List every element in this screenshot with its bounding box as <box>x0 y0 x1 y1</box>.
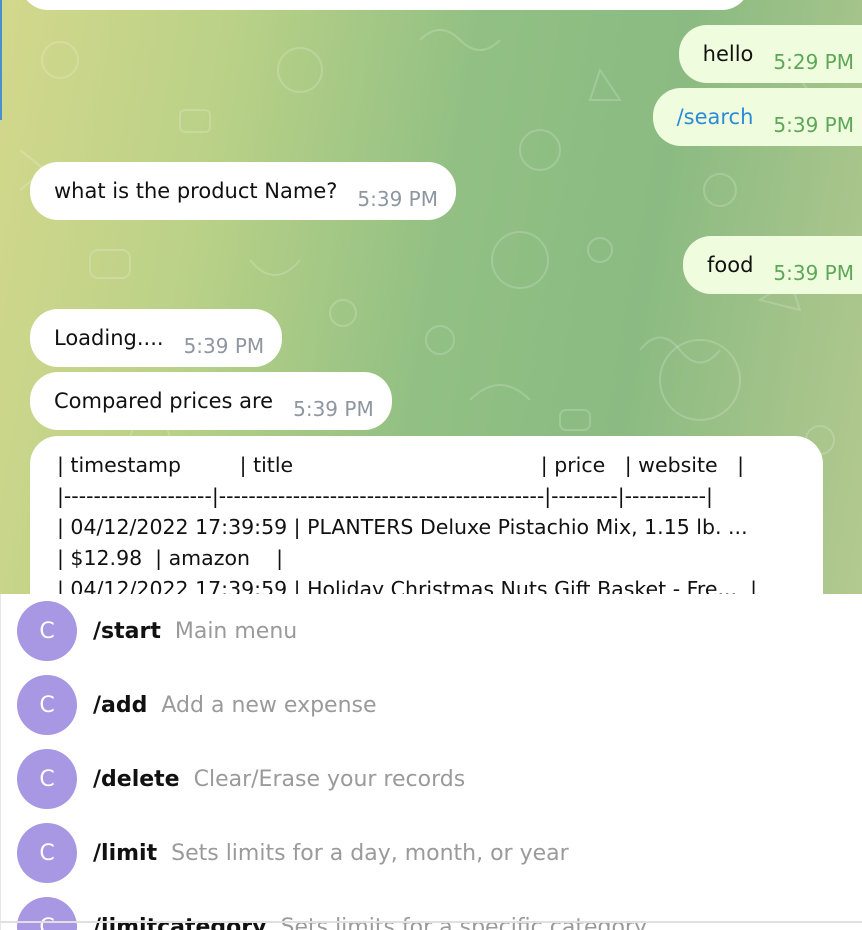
command-suggestion-start[interactable]: C /start Main menu <box>1 594 862 668</box>
table-row-line: | $12.98 | amazon | <box>57 546 283 570</box>
message-outgoing[interactable]: food 5:39 PM <box>682 236 862 294</box>
bot-command-suggestions: C /start Main menu C /add Add a new expens… <box>0 594 862 930</box>
message-text: what is the product Name? <box>54 179 338 203</box>
table-row-line: | 04/12/2022 17:39:59 | Holiday Christma… <box>57 577 758 594</box>
bot-avatar: C <box>17 897 77 930</box>
message-time: 5:39 PM <box>293 397 374 421</box>
bot-avatar: C <box>17 601 77 661</box>
command-description: Sets limits for a day, month, or year <box>171 840 569 866</box>
message-time: 5:39 PM <box>773 261 854 285</box>
bot-avatar: C <box>17 823 77 883</box>
chat-area[interactable]: hello 5:29 PM /search 5:39 PM what is th… <box>0 0 862 594</box>
message-time: 5:39 PM <box>357 187 438 211</box>
previous-message-bubble <box>20 0 750 10</box>
price-table-message[interactable]: | timestamp | title | price | website | … <box>30 436 823 594</box>
table-row-line: | 04/12/2022 17:39:59 | PLANTERS Deluxe … <box>57 515 748 539</box>
message-text: Compared prices are <box>54 389 274 413</box>
message-time: 5:29 PM <box>773 50 854 74</box>
command-name: /delete <box>93 766 180 792</box>
window-edge <box>0 0 2 120</box>
message-text: Loading.... <box>54 326 164 350</box>
command-name: /add <box>93 692 148 718</box>
command-link[interactable]: /search <box>677 105 754 129</box>
table-separator-line: |--------------------|------------------… <box>57 484 713 508</box>
suggestion-list-bottom-border <box>0 921 862 923</box>
command-suggestion-add[interactable]: C /add Add a new expense <box>1 668 862 742</box>
command-name: /start <box>93 618 161 644</box>
command-name: /limit <box>93 840 158 866</box>
message-incoming[interactable]: Loading.... 5:39 PM <box>30 309 283 367</box>
command-suggestion-delete[interactable]: C /delete Clear/Erase your records <box>1 742 862 816</box>
message-incoming[interactable]: Compared prices are 5:39 PM <box>30 372 392 430</box>
command-description: Clear/Erase your records <box>193 766 466 792</box>
message-outgoing[interactable]: /search 5:39 PM <box>652 88 862 146</box>
message-time: 5:39 PM <box>773 113 854 137</box>
message-time: 5:39 PM <box>183 334 265 358</box>
message-outgoing[interactable]: hello 5:29 PM <box>678 25 862 83</box>
message-text: food <box>706 253 754 277</box>
command-description: Add a new expense <box>161 692 377 718</box>
command-description: Main menu <box>174 618 298 644</box>
table-header-line: | timestamp | title | price | website | <box>57 453 745 477</box>
command-suggestion-limitcategory[interactable]: C /limitcategorySets limits for a specif… <box>1 890 862 930</box>
bot-avatar: C <box>17 749 77 809</box>
bot-avatar: C <box>17 675 77 735</box>
message-incoming[interactable]: what is the product Name? 5:39 PM <box>30 162 456 220</box>
message-text: hello <box>702 42 754 66</box>
command-suggestion-limit[interactable]: C /limit Sets limits for a day, month, or… <box>1 816 862 890</box>
